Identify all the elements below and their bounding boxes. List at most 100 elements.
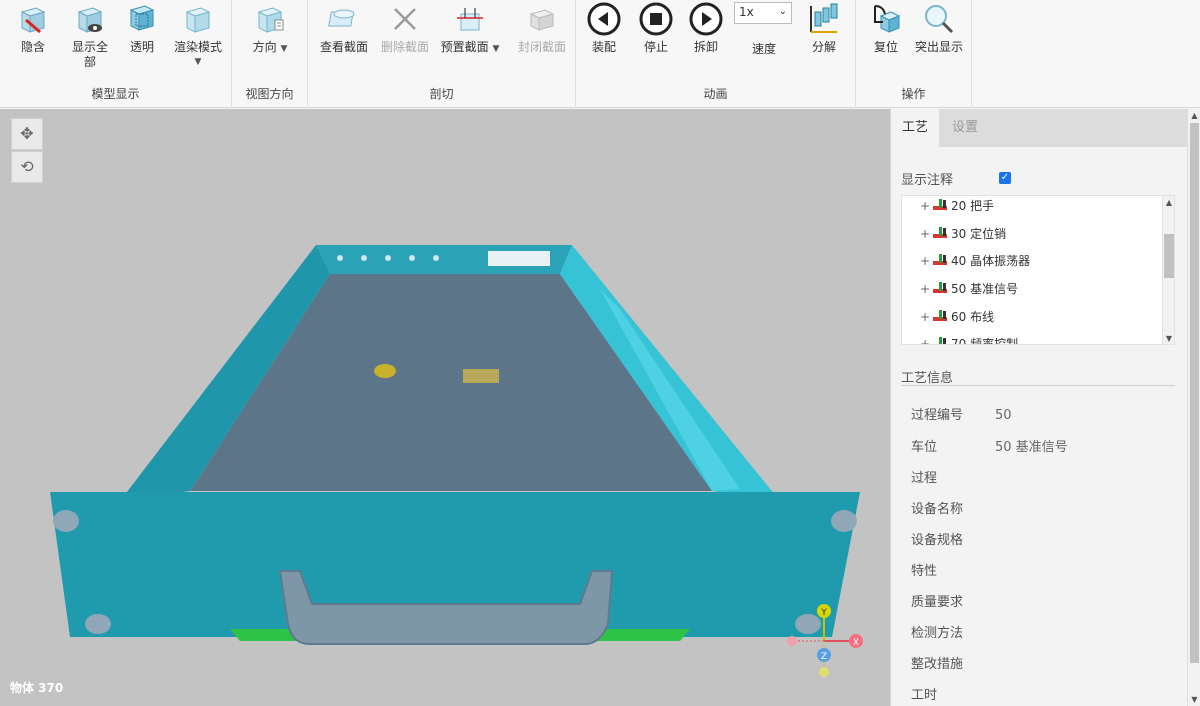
show-all-label-1: 显示全 [71, 40, 108, 54]
hide-button[interactable]: 隐含 [14, 2, 52, 55]
z-axis-label: Z [821, 652, 827, 662]
group-label-operation: 操作 [901, 87, 926, 101]
tab-process[interactable]: 工艺 [891, 109, 940, 147]
explode-label: 分解 [811, 40, 836, 54]
model-viewport[interactable]: Y X Z ✥ ⟲ 物体 370 [0, 109, 890, 706]
info-value: 50 [995, 408, 1012, 423]
group-label-section: 剖切 [429, 87, 454, 101]
tree-item-label: 40 晶体振荡器 [951, 254, 1031, 268]
view-section-button[interactable]: 查看截面 [314, 2, 374, 55]
info-label: 检测方法 [911, 626, 964, 641]
neg-x-axis-handle[interactable] [787, 636, 797, 646]
speed-value: 1x [739, 5, 754, 19]
group-label-animation: 动画 [703, 87, 728, 101]
process-step-icon [933, 199, 947, 210]
screw-bottom-left [85, 614, 111, 634]
move-icon: ✥ [20, 124, 34, 143]
tree-item[interactable]: +50 基准信号 [920, 276, 1018, 302]
expand-icon: + [920, 199, 931, 213]
expand-icon: + [920, 337, 931, 345]
preset-section-button[interactable]: 预置截面 ▼ [436, 2, 504, 57]
assemble-label: 装配 [591, 40, 616, 54]
back-hole [433, 255, 439, 261]
group-animation: 装配 停止 拆卸 1x ⌄ 速度 分解 动画 [576, 0, 856, 108]
tree-scrollbar[interactable]: ▲ ▼ [1162, 196, 1174, 344]
play-icon [689, 2, 723, 36]
panel-scroll-thumb[interactable] [1190, 123, 1199, 663]
neg-y-axis-handle[interactable] [819, 667, 829, 677]
info-label: 整改措施 [911, 657, 964, 672]
transparent-button[interactable]: 透明 [122, 2, 162, 55]
scroll-down-icon[interactable]: ▼ [1163, 332, 1174, 344]
screw-top-left [53, 510, 79, 532]
preset-section-label: 预置截面 ▼ [440, 40, 500, 54]
expand-icon: + [920, 310, 931, 324]
group-model-display: 隐含 显示全 部 透明 渲染模式 ▼ 模型显示 [0, 0, 232, 108]
rotate-button[interactable]: ⟲ [11, 151, 43, 183]
y-axis-label: Y [820, 608, 827, 618]
info-label: 特性 [911, 564, 938, 579]
group-view-direction: 方向 ▼ 视图方向 [232, 0, 308, 108]
info-label: 过程编号 [911, 408, 964, 423]
stop-icon [639, 2, 673, 36]
process-tree[interactable]: +20 把手 +30 定位销 +40 晶体振荡器 +50 基准信号 +60 布线… [901, 195, 1175, 345]
scroll-up-icon[interactable]: ▲ [1163, 196, 1174, 210]
tree-item[interactable]: +40 晶体振荡器 [920, 248, 1030, 274]
explode-icon [810, 3, 838, 33]
group-section: 查看截面 删除截面 预置截面 ▼ 封闭截面 剖切 [308, 0, 576, 108]
close-section-icon [529, 9, 555, 31]
expand-icon: + [920, 282, 931, 296]
direction-label: 方向 ▼ [252, 40, 288, 54]
speed-select[interactable]: 1x ⌄ [734, 2, 792, 24]
back-hole [409, 255, 415, 261]
group-label-model-display: 模型显示 [91, 87, 140, 101]
tray-floor [190, 274, 712, 491]
tree-item[interactable]: +20 把手 [920, 196, 994, 219]
render-mode-button[interactable]: 渲染模式 ▼ [168, 2, 228, 70]
tree-item[interactable]: +30 定位销 [920, 221, 1006, 247]
panel-tabs: 工艺 设置 [891, 109, 1187, 147]
ribbon-toolbar: 隐含 显示全 部 透明 渲染模式 ▼ 模型显示 方向 ▼ 视图方向 查看截面 删… [0, 0, 1200, 108]
show-annotations-checkbox[interactable]: ✓ [999, 172, 1011, 184]
tree-item[interactable]: +60 布线 [920, 304, 994, 330]
group-label-view-direction: 视图方向 [245, 87, 294, 101]
close-section-button[interactable]: 封闭截面 [512, 2, 572, 55]
info-label: 设备名称 [911, 502, 964, 517]
reset-button[interactable]: 复位 [864, 2, 908, 55]
tree-item[interactable]: +70 频率控制 [920, 331, 1019, 345]
direction-icon [257, 7, 284, 33]
hide-label: 隐含 [20, 40, 45, 54]
disassemble-label: 拆卸 [693, 40, 718, 54]
reset-icon [874, 5, 901, 33]
panel-scroll-down-icon[interactable]: ▼ [1188, 693, 1200, 706]
assemble-button[interactable]: 装配 [584, 2, 624, 55]
tree-item-label: 70 频率控制 [951, 337, 1019, 345]
rotate-icon: ⟲ [20, 157, 34, 176]
axis-gizmo[interactable]: Y X Z [780, 597, 870, 687]
close-section-label: 封闭截面 [517, 40, 566, 54]
info-label: 工时 [911, 688, 938, 703]
expand-icon: + [920, 227, 931, 241]
stop-button[interactable]: 停止 [636, 2, 676, 55]
tree-scroll-thumb[interactable] [1164, 234, 1174, 278]
delete-section-button[interactable]: 删除截面 [376, 2, 434, 55]
disassemble-button[interactable]: 拆卸 [686, 2, 726, 55]
explode-button[interactable]: 分解 [804, 2, 844, 55]
highlight-button[interactable]: 突出显示 [910, 2, 968, 55]
x-axis-label: X [853, 638, 859, 648]
tab-settings[interactable]: 设置 [941, 109, 989, 147]
magnifier-icon [925, 5, 954, 34]
show-all-button[interactable]: 显示全 部 [66, 2, 114, 70]
group-operation: 复位 突出显示 操作 [856, 0, 972, 108]
reset-label: 复位 [873, 40, 898, 54]
panel-scrollbar[interactable]: ▲ ▼ [1187, 109, 1200, 706]
panel-scroll-up-icon[interactable]: ▲ [1188, 109, 1200, 122]
render-mode-label: 渲染模式 [173, 40, 222, 54]
model-canvas[interactable] [0, 109, 890, 706]
direction-button[interactable]: 方向 ▼ [244, 2, 296, 57]
expand-icon: + [920, 254, 931, 268]
stop-label: 停止 [643, 40, 668, 54]
process-step-icon [933, 310, 947, 321]
pan-button[interactable]: ✥ [11, 118, 43, 150]
show-all-label-2: 部 [83, 55, 96, 69]
